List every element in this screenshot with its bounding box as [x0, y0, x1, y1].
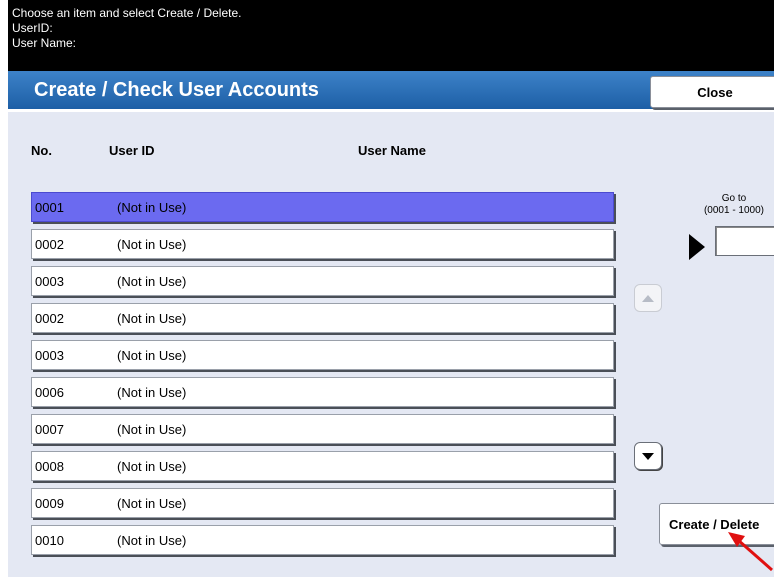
title-bar: Create / Check User Accounts Close — [8, 71, 774, 112]
list-item[interactable]: 0001 (Not in Use) — [31, 192, 614, 222]
list-item[interactable]: 0002 (Not in Use) — [31, 303, 614, 333]
play-arrow-icon — [689, 234, 705, 260]
user-name-label: User Name: — [12, 36, 77, 50]
close-button[interactable]: Close — [650, 76, 774, 108]
row-number: 0009 — [35, 496, 64, 511]
list-item[interactable]: 0008 (Not in Use) — [31, 451, 614, 481]
row-number: 0006 — [35, 385, 64, 400]
list-item[interactable]: 0010 (Not in Use) — [31, 525, 614, 555]
user-id-label: UserID: — [12, 21, 53, 35]
instruction-text: Choose an item and select Create / Delet… — [12, 6, 242, 20]
page-title: Create / Check User Accounts — [34, 79, 319, 101]
list-item[interactable]: 0002 (Not in Use) — [31, 229, 614, 259]
column-header-user-id: User ID — [109, 143, 155, 158]
goto-input[interactable] — [715, 226, 774, 256]
row-number: 0007 — [35, 422, 64, 437]
row-number: 0003 — [35, 274, 64, 289]
row-user-id: (Not in Use) — [117, 200, 187, 215]
list-item[interactable]: 0009 (Not in Use) — [31, 488, 614, 518]
row-user-id: (Not in Use) — [117, 274, 187, 289]
device-screen: Choose an item and select Create / Delet… — [8, 0, 774, 577]
scroll-up-button[interactable] — [634, 284, 662, 312]
chevron-up-icon — [642, 294, 654, 302]
row-number: 0002 — [35, 237, 64, 252]
list-item[interactable]: 0003 (Not in Use) — [31, 340, 614, 370]
row-number: 0002 — [35, 311, 64, 326]
row-user-id: (Not in Use) — [117, 459, 187, 474]
status-bar: Choose an item and select Create / Delet… — [8, 0, 774, 71]
list-item[interactable]: 0003 (Not in Use) — [31, 266, 614, 296]
row-user-id: (Not in Use) — [117, 237, 187, 252]
goto-range: (0001 - 1000) — [703, 205, 765, 216]
chevron-down-icon — [642, 452, 654, 460]
column-header-user-name: User Name — [358, 143, 426, 158]
goto-label: Go to (0001 - 1000) — [684, 193, 774, 217]
goto-title: Go to — [721, 193, 747, 204]
scroll-down-button[interactable] — [634, 442, 662, 470]
row-number: 0008 — [35, 459, 64, 474]
row-user-id: (Not in Use) — [117, 385, 187, 400]
row-user-id: (Not in Use) — [117, 533, 187, 548]
row-user-id: (Not in Use) — [117, 348, 187, 363]
list-item[interactable]: 0006 (Not in Use) — [31, 377, 614, 407]
row-user-id: (Not in Use) — [117, 311, 187, 326]
row-user-id: (Not in Use) — [117, 496, 187, 511]
row-user-id: (Not in Use) — [117, 422, 187, 437]
create-delete-button[interactable]: Create / Delete — [659, 503, 774, 545]
row-number: 0001 — [35, 200, 64, 215]
column-header-no: No. — [31, 143, 52, 158]
row-number: 0003 — [35, 348, 64, 363]
row-number: 0010 — [35, 533, 64, 548]
list-item[interactable]: 0007 (Not in Use) — [31, 414, 614, 444]
